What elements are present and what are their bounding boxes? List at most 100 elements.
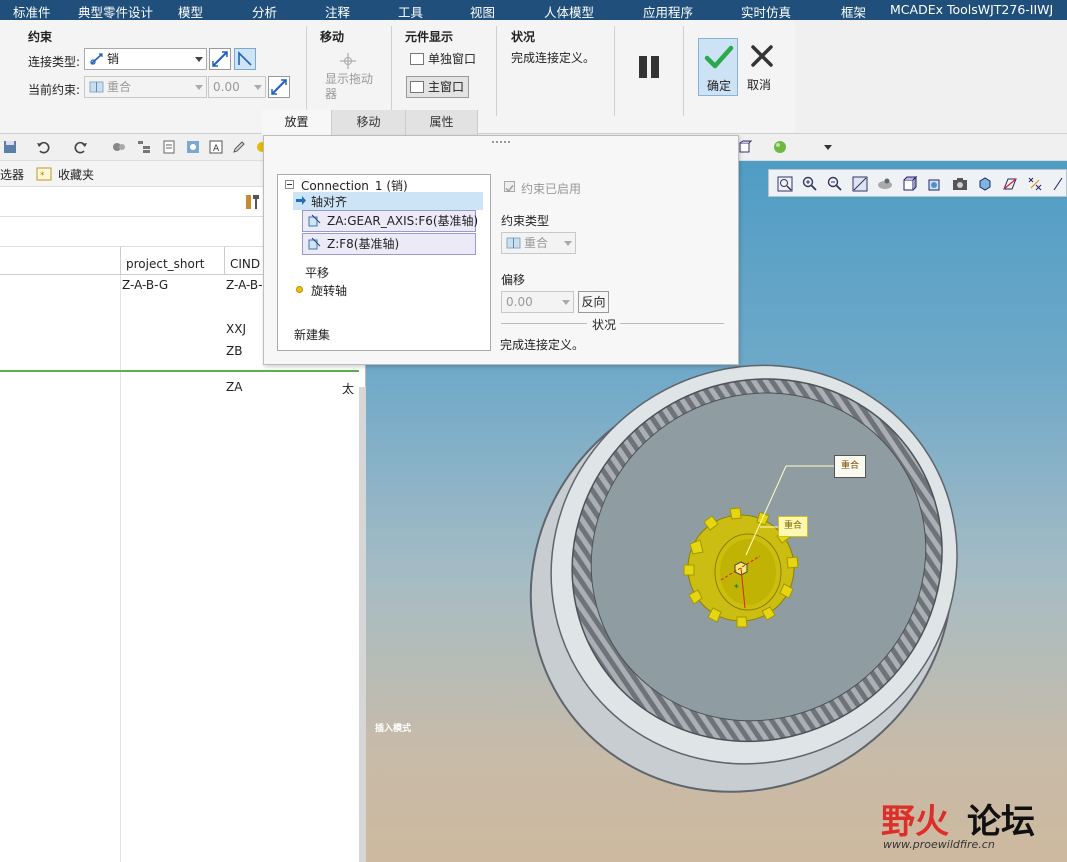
collapse-icon[interactable] [285,180,294,189]
chevron-down-icon [562,300,570,305]
menu-mcadex-tools[interactable]: MCADEx ToolsWJT276-IIWJ [890,2,1053,17]
translation-node[interactable]: 平移 [305,264,329,281]
filter-tab[interactable]: 选器 [0,166,24,183]
appearance-sphere-icon[interactable] [773,140,787,154]
ribbon-empty-area [795,20,1067,134]
redefine-constraint-button[interactable] [234,48,256,70]
menu-realtime-sim[interactable]: 实时仿真 [741,2,791,21]
menu-human-model[interactable]: 人体模型 [544,2,594,21]
main-window-button[interactable]: 主窗口 [406,76,470,98]
flip-button[interactable]: 反向 [578,291,609,313]
panel-drag-grip[interactable] [492,141,510,145]
datum-axis-icon [308,214,321,227]
column-divider [120,247,121,275]
menu-tools[interactable]: 工具 [398,2,423,21]
pause-button[interactable] [636,54,664,80]
close-icon [751,45,773,67]
divider [306,26,307,116]
status-group-title: 状况 [511,30,536,44]
axis-align-label: 轴对齐 [311,195,348,209]
constraint-tag-label: 重合 [840,461,859,471]
cancel-button[interactable]: 取消 [742,38,782,96]
main-window-label: 主窗口 [428,80,465,94]
status-dot-icon [296,286,303,293]
reference-2-label: Z:F8(基准轴) [327,237,400,251]
new-set-link[interactable]: 新建集 [294,326,330,343]
menu-annotate[interactable]: 注释 [325,2,350,21]
reference-collector-2[interactable]: Z:F8(基准轴) [302,233,476,255]
table-cell: ZA [226,380,243,394]
constraint-tag-label: 重合 [783,521,802,531]
row-selection-line [0,370,359,372]
chevron-down-icon[interactable] [821,140,835,154]
chevron-down-icon [195,57,203,62]
pause-icon [639,56,659,78]
chevron-down-icon [195,85,203,90]
arrow-right-icon [296,196,306,205]
constraint-tag[interactable]: 重合 [778,516,808,537]
favorites-icon[interactable]: * [36,166,52,182]
menu-frame[interactable]: 框架 [841,2,866,21]
menu-view[interactable]: 视图 [470,2,495,21]
current-constraint-select[interactable]: 重合 [84,76,207,98]
tab-placement[interactable]: 放置 [262,110,332,135]
single-window-button[interactable]: 单独窗口 [406,48,477,70]
tools-icon[interactable] [244,193,262,211]
show-drag-label: 显示拖动器 [325,72,374,101]
constraint-type-select[interactable]: 重合 [501,232,576,254]
document-icon[interactable] [162,140,176,154]
column-header-cind[interactable]: CIND [230,257,260,271]
offset-value-input[interactable]: 0.00 [501,291,574,313]
menu-model[interactable]: 模型 [178,2,203,21]
tab-move[interactable]: 移动 [332,110,406,135]
rotation-axis-node[interactable]: 旋转轴 [311,282,347,299]
window-icon [410,81,424,93]
tab-properties[interactable]: 属性 [406,110,478,135]
undo-icon[interactable] [36,140,50,154]
offset-value: 0.00 [506,295,533,309]
single-window-label: 单独窗口 [428,52,477,66]
current-constraint-value: 重合 [107,80,132,94]
axis-align-node[interactable]: 轴对齐 [293,192,483,210]
coincident-icon [506,237,521,249]
menu-standard-parts[interactable]: 标准件 [13,2,51,21]
status-text: 完成连接定义。 [511,51,596,65]
current-constraint-label: 当前约束: [28,83,81,97]
column-header-project-short[interactable]: project_short [126,257,205,271]
divider [496,26,497,116]
regenerate-icon[interactable] [112,140,126,154]
redo-icon[interactable] [74,140,88,154]
menu-typical-part-design[interactable]: 典型零件设计 [78,2,153,21]
text-annotation-icon[interactable]: A [209,140,223,154]
offset-label: 偏移 [501,273,526,287]
menu-applications[interactable]: 应用程序 [643,2,693,21]
constraint-tag[interactable]: 重合 [834,455,866,478]
edit-pencil-icon[interactable] [232,140,246,154]
favorites-tab[interactable]: 收藏夹 [58,166,94,183]
constraint-type-value: 重合 [524,236,549,250]
save-icon[interactable] [3,140,17,154]
flip-direction-button[interactable] [209,48,231,70]
offset-input[interactable]: 0.00 [208,76,266,98]
model-tree-icon[interactable] [137,140,151,154]
constraint-tree: Connection_1 (销) 轴对齐 ZA:GEAR_AXIS:F6(基准轴… [277,174,491,351]
display-style-icon[interactable] [738,140,752,154]
checkmark-icon [704,45,734,69]
divider [391,26,392,116]
ok-button[interactable]: 确定 [698,38,738,96]
vertical-scrollbar[interactable] [359,387,366,862]
constraint-enabled-checkbox[interactable] [504,181,515,193]
watermark-url: www.proewildfire.cn [883,838,995,851]
cancel-label: 取消 [747,78,772,92]
site-watermark: 野火 论坛 www.proewildfire.cn [881,790,1049,854]
flip-offset-button[interactable] [268,76,290,98]
flip-axis-icon [271,79,287,95]
render-icon[interactable] [186,140,200,154]
reference-collector-1[interactable]: ZA:GEAR_AXIS:F6(基准轴) [302,210,478,232]
watermark-brand-b: 论坛 [967,802,1035,842]
divider [683,26,684,116]
svg-text:✦: ✦ [733,582,740,591]
menu-bar: 标准件 典型零件设计 模型 分析 注释 工具 视图 人体模型 应用程序 实时仿真… [0,0,1067,20]
menu-analysis[interactable]: 分析 [252,2,277,21]
connection-type-select[interactable]: 销 [84,48,207,70]
